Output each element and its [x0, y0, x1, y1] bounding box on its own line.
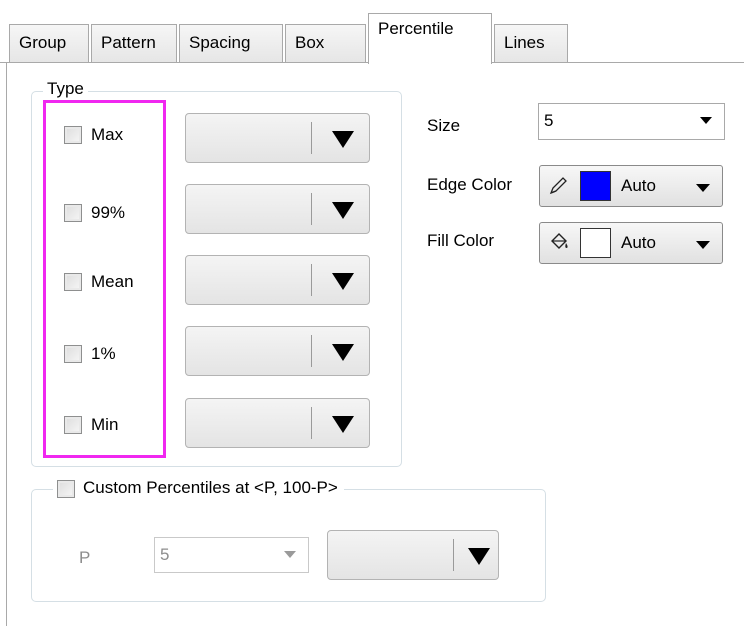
chevron-down-icon — [696, 184, 710, 192]
dropdown-separator — [311, 407, 312, 439]
99-percent-symbol-dropdown[interactable] — [185, 184, 370, 234]
dropdown-separator — [311, 122, 312, 154]
triangle-down-icon — [332, 416, 354, 433]
triangle-down-icon — [332, 202, 354, 219]
custom-percentile-symbol-dropdown[interactable] — [327, 530, 499, 580]
min-label: Min — [91, 415, 119, 434]
pencil-icon — [549, 177, 567, 195]
max-label: Max — [91, 125, 124, 144]
edge-color-value: Auto — [621, 176, 656, 195]
panel-border — [6, 62, 7, 626]
chevron-down-icon — [696, 241, 710, 249]
dropdown-separator — [311, 264, 312, 296]
custom-percentiles-checkbox[interactable] — [57, 480, 75, 498]
chevron-down-icon — [284, 551, 296, 558]
tab-percentile[interactable]: Percentile — [368, 13, 492, 64]
fill-color-value: Auto — [621, 233, 656, 252]
fill-color-swatch — [580, 228, 611, 258]
size-label: Size — [427, 116, 461, 135]
edge-color-label: Edge Color — [427, 175, 513, 194]
dropdown-separator — [311, 335, 312, 367]
tab-lines[interactable]: Lines — [494, 24, 568, 62]
99-percent-checkbox[interactable] — [64, 204, 82, 222]
tab-pattern[interactable]: Pattern — [91, 24, 177, 62]
p-value: 5 — [160, 545, 170, 564]
1-percent-label: 1% — [91, 344, 116, 363]
size-combo[interactable]: 5 — [538, 103, 725, 140]
mean-checkbox[interactable] — [64, 273, 82, 291]
1-percent-symbol-dropdown[interactable] — [185, 326, 370, 376]
fill-color-button[interactable]: Auto — [539, 222, 723, 264]
size-value: 5 — [544, 111, 554, 130]
mean-symbol-dropdown[interactable] — [185, 255, 370, 305]
tab-spacing[interactable]: Spacing — [179, 24, 283, 62]
tab-box[interactable]: Box — [285, 24, 366, 62]
99-percent-label: 99% — [91, 203, 126, 222]
p-value-combo[interactable]: 5 — [154, 537, 309, 573]
chevron-down-icon — [700, 117, 712, 124]
custom-percentiles-label: Custom Percentiles at <P, 100-P> — [83, 478, 338, 497]
edge-color-button[interactable]: Auto — [539, 165, 723, 207]
custom-percentiles-header: Custom Percentiles at <P, 100-P> — [53, 479, 344, 497]
min-symbol-dropdown[interactable] — [185, 398, 370, 448]
triangle-down-icon — [332, 131, 354, 148]
mean-label: Mean — [91, 272, 134, 291]
dropdown-separator — [453, 539, 454, 571]
1-percent-checkbox[interactable] — [64, 345, 82, 363]
triangle-down-icon — [332, 344, 354, 361]
min-checkbox[interactable] — [64, 416, 82, 434]
fill-color-label: Fill Color — [427, 231, 495, 250]
edge-color-swatch — [580, 171, 611, 201]
dropdown-separator — [311, 193, 312, 225]
max-symbol-dropdown[interactable] — [185, 113, 370, 163]
triangle-down-icon — [332, 273, 354, 290]
tab-group[interactable]: Group — [9, 24, 89, 62]
max-checkbox[interactable] — [64, 126, 82, 144]
type-group-title: Type — [43, 80, 88, 98]
paint-bucket-icon — [551, 233, 568, 249]
triangle-down-icon — [468, 548, 490, 565]
p-label: P — [79, 548, 91, 567]
